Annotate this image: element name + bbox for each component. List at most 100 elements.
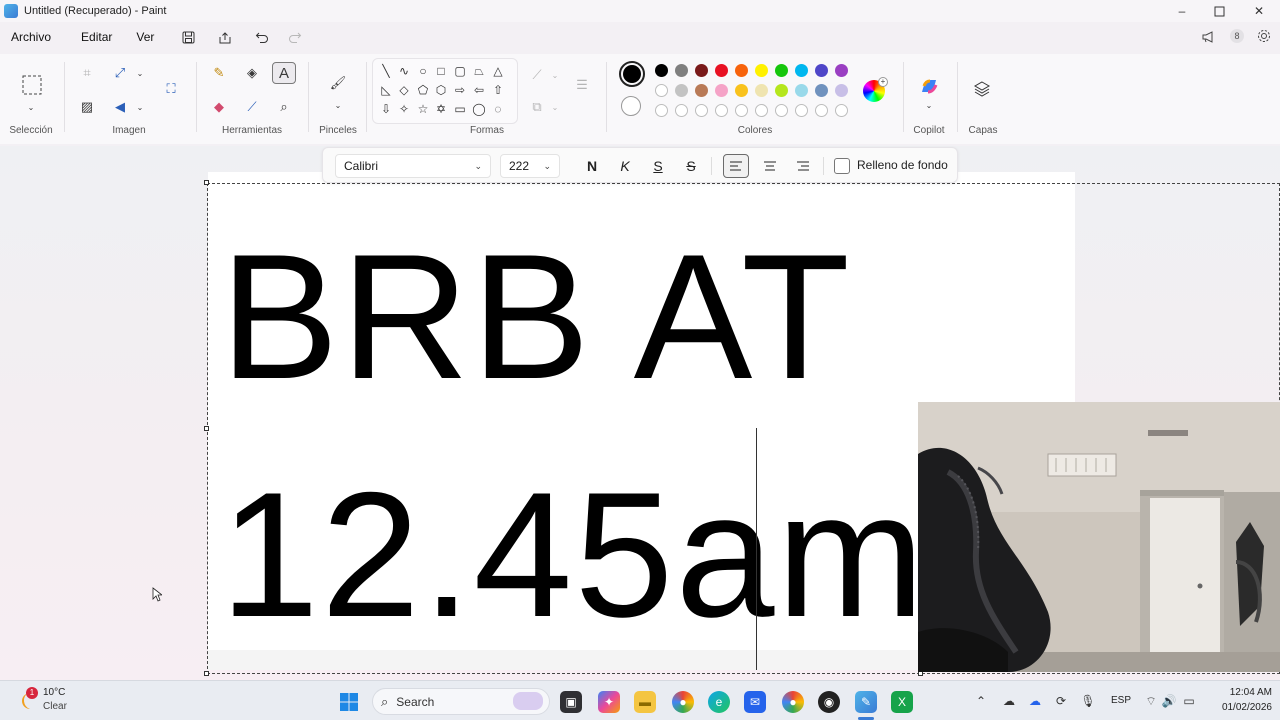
color-picker-tool[interactable]: ⟋ xyxy=(240,96,264,118)
palette-color-swatch[interactable] xyxy=(715,84,728,97)
polygon-shape[interactable]: ⏢ xyxy=(470,62,488,80)
resize-handle-bottom-left[interactable] xyxy=(204,671,209,676)
edit-colors-button[interactable]: + xyxy=(863,77,888,102)
right-triangle-shape[interactable]: ◺ xyxy=(377,81,395,99)
edge-button[interactable]: e xyxy=(708,691,730,713)
start-button[interactable] xyxy=(338,691,360,713)
custom-color-slot[interactable] xyxy=(695,104,708,117)
resize-handle-top-left[interactable] xyxy=(204,180,209,185)
six-point-star-shape[interactable]: ✡ xyxy=(432,100,450,118)
palette-color-swatch[interactable] xyxy=(675,84,688,97)
battery-button[interactable]: ▭ xyxy=(1180,692,1198,710)
custom-color-slot[interactable] xyxy=(655,104,668,117)
four-point-star-shape[interactable]: ✧ xyxy=(395,100,413,118)
palette-color-swatch[interactable] xyxy=(815,84,828,97)
down-arrow-shape[interactable]: ⇩ xyxy=(377,100,395,118)
diamond-shape[interactable]: ◇ xyxy=(395,81,413,99)
palette-color-swatch[interactable] xyxy=(695,84,708,97)
sync-button[interactable]: ⟳ xyxy=(1052,692,1070,710)
minimize-button[interactable]: – xyxy=(1162,0,1202,22)
triangle-shape[interactable]: △ xyxy=(489,62,507,80)
custom-color-slot[interactable] xyxy=(715,104,728,117)
left-arrow-shape[interactable]: ⇦ xyxy=(470,81,488,99)
palette-color-swatch[interactable] xyxy=(655,84,668,97)
right-arrow-shape[interactable]: ⇨ xyxy=(451,81,469,99)
redo-button[interactable] xyxy=(280,25,310,49)
secondary-color-swatch[interactable] xyxy=(621,96,641,116)
wifi-button[interactable]: ⌔ xyxy=(1142,692,1160,710)
notifications-badge[interactable]: 8 xyxy=(1223,24,1251,48)
select-dropdown[interactable]: ⌄ xyxy=(19,96,43,118)
rotate-dropdown[interactable]: ⌄ xyxy=(128,96,152,118)
menu-editar[interactable]: Editar xyxy=(70,30,123,44)
align-left-button[interactable] xyxy=(723,154,749,178)
save-button[interactable] xyxy=(173,25,203,49)
settings-button[interactable] xyxy=(1250,24,1278,48)
palette-color-swatch[interactable] xyxy=(715,64,728,77)
rounded-rectangle-shape[interactable]: ▢ xyxy=(451,62,469,80)
oval-callout-shape[interactable]: ◯ xyxy=(470,100,488,118)
brushes-button[interactable]: 🖌 xyxy=(326,72,350,94)
taskbar-search[interactable]: ⌕ Search xyxy=(372,688,550,715)
fill-shape-dropdown[interactable]: ⌄ xyxy=(543,96,567,118)
hexagon-shape[interactable]: ⬡ xyxy=(432,81,450,99)
volume-button[interactable]: 🔊 xyxy=(1160,692,1178,710)
custom-color-slot[interactable] xyxy=(795,104,808,117)
bold-button[interactable]: N xyxy=(579,154,605,178)
undo-button[interactable] xyxy=(247,25,277,49)
share-button[interactable] xyxy=(210,25,240,49)
five-point-star-shape[interactable]: ☆ xyxy=(414,100,432,118)
resize-handle-left[interactable] xyxy=(204,426,209,431)
palette-color-swatch[interactable] xyxy=(755,84,768,97)
palette-color-swatch[interactable] xyxy=(775,84,788,97)
resize-dropdown[interactable]: ⌄ xyxy=(128,62,152,84)
palette-color-swatch[interactable] xyxy=(775,64,788,77)
custom-color-slot[interactable] xyxy=(755,104,768,117)
palette-color-swatch[interactable] xyxy=(795,84,808,97)
fill-tool[interactable]: ◈ xyxy=(240,62,264,84)
input-language[interactable]: ESP xyxy=(1111,695,1131,706)
palette-color-swatch[interactable] xyxy=(835,64,848,77)
copilot-taskbar-button[interactable]: ✦ xyxy=(598,691,620,713)
rectangle-shape[interactable]: □ xyxy=(432,62,450,80)
menu-archivo[interactable]: Archivo xyxy=(0,30,62,44)
close-button[interactable]: ✕ xyxy=(1239,0,1279,22)
custom-color-slot[interactable] xyxy=(775,104,788,117)
custom-color-slot[interactable] xyxy=(675,104,688,117)
layers-button[interactable] xyxy=(970,78,994,100)
primary-color-swatch[interactable] xyxy=(619,61,645,87)
obs-button[interactable]: ◉ xyxy=(818,691,840,713)
maximize-button[interactable] xyxy=(1199,0,1239,22)
crop-button[interactable]: ⌗ xyxy=(75,62,99,84)
weather-widget[interactable]: 1 xyxy=(14,687,40,715)
pencil-tool[interactable]: ✎ xyxy=(207,62,231,84)
outline-dropdown[interactable]: ⌄ xyxy=(543,64,567,86)
background-fill-checkbox[interactable] xyxy=(834,158,850,174)
italic-button[interactable]: K xyxy=(612,154,638,178)
palette-color-swatch[interactable] xyxy=(815,64,828,77)
select-tool[interactable] xyxy=(19,72,45,98)
menu-ver[interactable]: Ver xyxy=(125,30,165,44)
palette-color-swatch[interactable] xyxy=(795,64,808,77)
onedrive-button[interactable]: ☁ xyxy=(1000,692,1018,710)
custom-color-slot[interactable] xyxy=(835,104,848,117)
pentagon-shape[interactable]: ⬠ xyxy=(414,81,432,99)
cloud-callout-shape[interactable]: ◌ xyxy=(489,100,507,118)
palette-color-swatch[interactable] xyxy=(675,64,688,77)
eraser-tool[interactable]: ◆ xyxy=(207,96,231,118)
clock-date[interactable]: 01/02/2026 xyxy=(1208,702,1272,713)
palette-color-swatch[interactable] xyxy=(695,64,708,77)
rect-callout-shape[interactable]: ▭ xyxy=(451,100,469,118)
paint-taskbar-button[interactable]: ✎ xyxy=(855,691,877,713)
font-size-select[interactable]: 222 ⌄ xyxy=(500,154,560,178)
curve-shape[interactable]: ∿ xyxy=(395,62,413,80)
palette-color-swatch[interactable] xyxy=(735,64,748,77)
excel-button[interactable]: X xyxy=(891,691,913,713)
line-shape[interactable]: ╲ xyxy=(377,62,395,80)
file-explorer-button[interactable]: ▬ xyxy=(634,691,656,713)
oval-shape[interactable]: ○ xyxy=(414,62,432,80)
custom-color-slot[interactable] xyxy=(735,104,748,117)
up-arrow-shape[interactable]: ⇧ xyxy=(489,81,507,99)
brushes-dropdown[interactable]: ⌄ xyxy=(326,94,350,116)
outlook-button[interactable]: ✉ xyxy=(744,691,766,713)
